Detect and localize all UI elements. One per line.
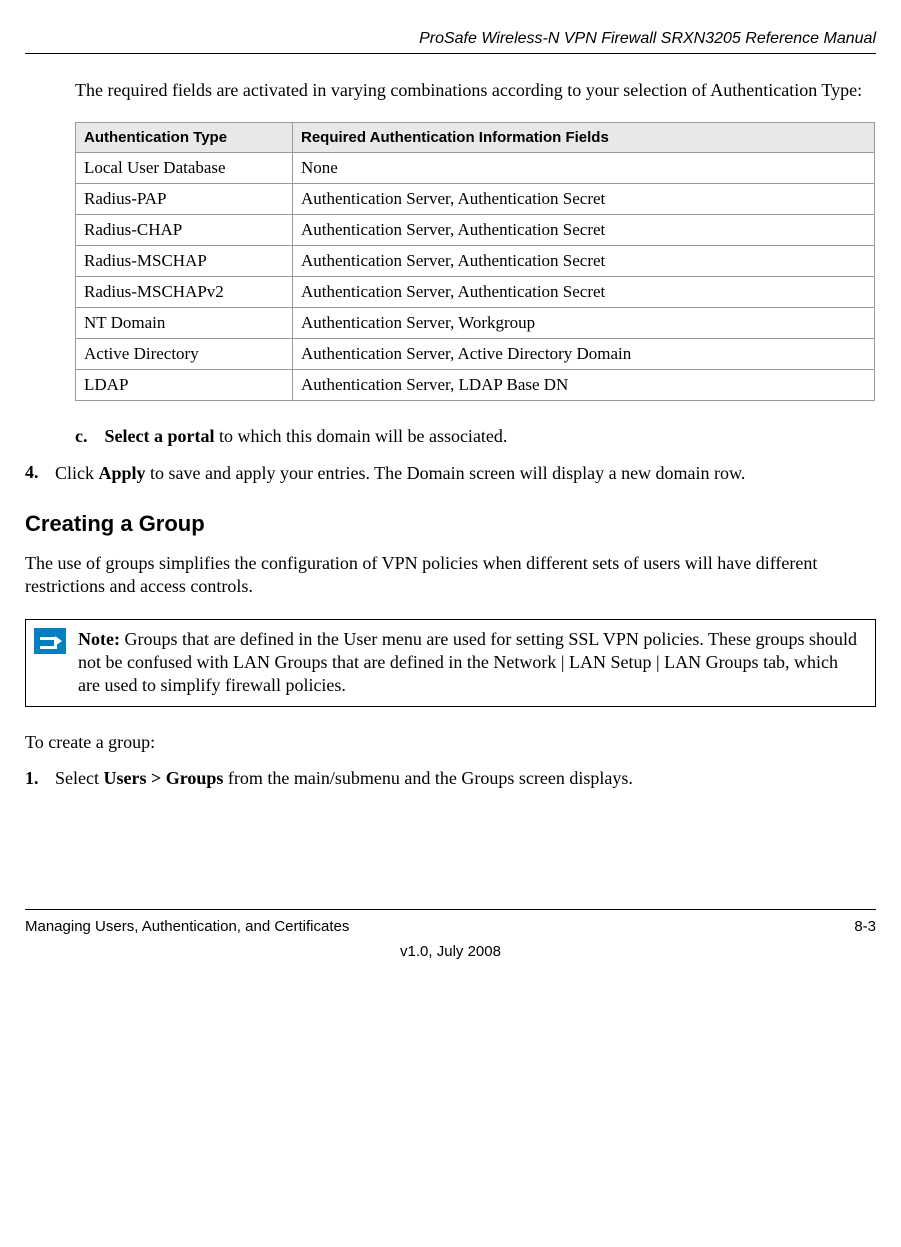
- table-cell: Radius-MSCHAP: [76, 246, 293, 277]
- table-cell: Authentication Server, Authentication Se…: [293, 277, 875, 308]
- table-row: LDAPAuthentication Server, LDAP Base DN: [76, 370, 875, 401]
- table-header-fields: Required Authentication Information Fiel…: [293, 123, 875, 153]
- table-cell: LDAP: [76, 370, 293, 401]
- table-row: Active DirectoryAuthentication Server, A…: [76, 339, 875, 370]
- step-1-number: 1.: [25, 768, 55, 789]
- step-1-post: from the main/submenu and the Groups scr…: [223, 768, 632, 788]
- step-c-letter: c.: [75, 426, 100, 447]
- step-4-pre: Click: [55, 463, 99, 483]
- note-label: Note:: [78, 629, 120, 649]
- table-cell: Active Directory: [76, 339, 293, 370]
- table-row: NT DomainAuthentication Server, Workgrou…: [76, 308, 875, 339]
- note-text: Groups that are defined in the User menu…: [78, 629, 857, 696]
- auth-table: Authentication Type Required Authenticat…: [75, 122, 875, 401]
- step-c: c. Select a portal to which this domain …: [75, 426, 876, 447]
- footer-page-number: 8-3: [854, 918, 876, 935]
- step-c-rest: to which this domain will be associated.: [214, 426, 507, 446]
- step-4-post: to save and apply your entries. The Doma…: [146, 463, 746, 483]
- arrow-icon: [34, 628, 66, 654]
- note-content: Note: Groups that are defined in the Use…: [74, 620, 875, 706]
- table-cell: Authentication Server, Workgroup: [293, 308, 875, 339]
- step-4: 4. Click Apply to save and apply your en…: [25, 462, 876, 485]
- table-cell: Authentication Server, Authentication Se…: [293, 246, 875, 277]
- footer-version: v1.0, July 2008: [25, 943, 876, 960]
- step-4-bold: Apply: [99, 463, 146, 483]
- step-1-content: Select Users > Groups from the main/subm…: [55, 768, 633, 789]
- footer-divider: [25, 909, 876, 910]
- table-cell: Local User Database: [76, 153, 293, 184]
- table-cell: Radius-MSCHAPv2: [76, 277, 293, 308]
- table-row: Radius-CHAPAuthentication Server, Authen…: [76, 215, 875, 246]
- table-row: Radius-MSCHAPAuthentication Server, Auth…: [76, 246, 875, 277]
- group-intro-paragraph: The use of groups simplifies the configu…: [25, 552, 876, 599]
- note-box: Note: Groups that are defined in the Use…: [25, 619, 876, 707]
- step-4-content: Click Apply to save and apply your entri…: [55, 462, 876, 485]
- section-heading: Creating a Group: [25, 511, 876, 537]
- table-cell: Radius-PAP: [76, 184, 293, 215]
- table-cell: Authentication Server, Authentication Se…: [293, 184, 875, 215]
- table-row: Local User DatabaseNone: [76, 153, 875, 184]
- footer-line: Managing Users, Authentication, and Cert…: [25, 918, 876, 935]
- footer-left: Managing Users, Authentication, and Cert…: [25, 918, 349, 935]
- table-cell: None: [293, 153, 875, 184]
- page-footer: Managing Users, Authentication, and Cert…: [25, 909, 876, 960]
- step-c-bold: Select a portal: [105, 426, 215, 446]
- table-row: Radius-PAPAuthentication Server, Authent…: [76, 184, 875, 215]
- table-row: Radius-MSCHAPv2Authentication Server, Au…: [76, 277, 875, 308]
- step-1: 1. Select Users > Groups from the main/s…: [25, 768, 876, 789]
- step-1-pre: Select: [55, 768, 103, 788]
- intro-paragraph: The required fields are activated in var…: [75, 79, 876, 102]
- page-header-title: ProSafe Wireless-N VPN Firewall SRXN3205…: [25, 30, 876, 48]
- table-cell: NT Domain: [76, 308, 293, 339]
- table-cell: Radius-CHAP: [76, 215, 293, 246]
- table-cell: Authentication Server, Authentication Se…: [293, 215, 875, 246]
- table-cell: Authentication Server, Active Directory …: [293, 339, 875, 370]
- step-4-number: 4.: [25, 462, 55, 485]
- step-1-bold: Users > Groups: [103, 768, 223, 788]
- header-divider: [25, 53, 876, 54]
- table-header-type: Authentication Type: [76, 123, 293, 153]
- table-cell: Authentication Server, LDAP Base DN: [293, 370, 875, 401]
- to-create-text: To create a group:: [25, 732, 876, 753]
